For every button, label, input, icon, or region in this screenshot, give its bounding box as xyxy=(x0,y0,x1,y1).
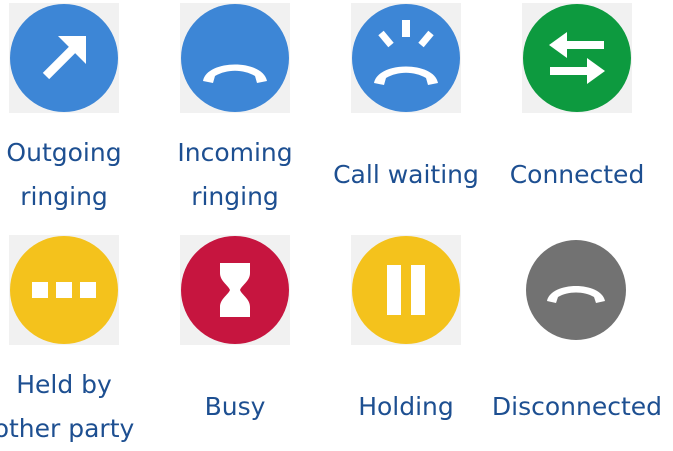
holding-tile xyxy=(351,235,461,345)
connected-tile xyxy=(522,3,632,113)
status-label: Held by xyxy=(16,370,112,399)
call-waiting-tile xyxy=(351,3,461,113)
status-label: Disconnected xyxy=(491,392,663,421)
status-label-line2: ringing xyxy=(20,182,108,211)
held-tile xyxy=(9,235,119,345)
incoming-tile xyxy=(180,3,290,113)
disconnected-tile xyxy=(525,239,627,341)
status-label-line2: ringing xyxy=(191,182,279,211)
outgoing-arrow-icon xyxy=(10,4,118,112)
busy-tile xyxy=(180,235,290,345)
phone-ringing-icon xyxy=(352,4,460,112)
status-label: Incoming xyxy=(177,138,293,167)
status-label: Busy xyxy=(204,392,266,421)
outgoing-tile xyxy=(9,3,119,113)
status-label: Call waiting xyxy=(333,160,479,189)
status-label: Connected xyxy=(509,160,645,189)
status-label-line2: other party xyxy=(0,414,135,443)
pause-icon xyxy=(352,236,460,344)
phone-hangup-icon xyxy=(526,240,626,340)
status-label: Outgoing xyxy=(6,138,122,167)
phone-handset-icon xyxy=(181,4,289,112)
status-label: Holding xyxy=(358,392,454,421)
swap-arrows-icon xyxy=(523,4,631,112)
hourglass-icon xyxy=(181,236,289,344)
dots-icon xyxy=(10,236,118,344)
